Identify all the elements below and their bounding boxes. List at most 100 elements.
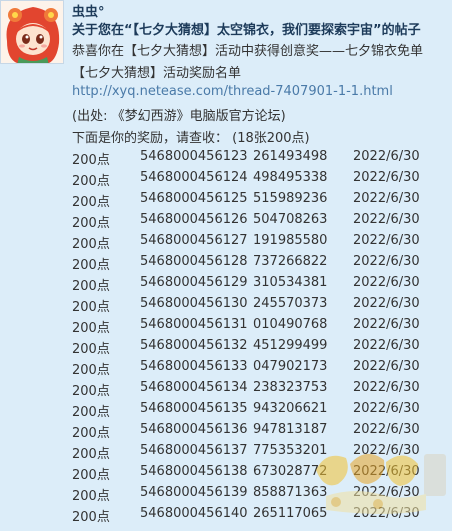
card-number: 5468000456135: [140, 401, 248, 416]
list-item: 200点 5468000456133 047902173 2022/6/30: [72, 359, 452, 380]
card-password: 451299499: [253, 338, 328, 353]
card-password: 673028772: [253, 464, 328, 479]
expiry-date: 2022/6/30: [353, 359, 420, 374]
reward-points: 200点: [72, 384, 110, 399]
reward-points: 200点: [72, 426, 110, 441]
card-number: 5468000456125: [140, 191, 248, 206]
card-password: 515989236: [253, 191, 328, 206]
cartoon-girl-avatar-icon: [1, 1, 63, 63]
card-number: 5468000456130: [140, 296, 248, 311]
reward-points: 200点: [72, 153, 110, 168]
card-password: 947813187: [253, 422, 328, 437]
card-number: 5468000456139: [140, 485, 248, 500]
reward-points: 200点: [72, 489, 110, 504]
list-item: 200点 5468000456126 504708263 2022/6/30: [72, 212, 452, 233]
card-password: 310534381: [253, 275, 328, 290]
list-item: 200点 5468000456128 737266822 2022/6/30: [72, 254, 452, 275]
card-number: 5468000456132: [140, 338, 248, 353]
expiry-date: 2022/6/30: [353, 380, 420, 395]
sender-name[interactable]: 虫虫°: [72, 1, 105, 20]
reward-points: 200点: [72, 363, 110, 378]
reward-points: 200点: [72, 174, 110, 189]
message-line-list-title: 【七夕大猜想】活动奖励名单: [72, 66, 242, 81]
list-item: 200点 5468000456125 515989236 2022/6/30: [72, 191, 452, 212]
card-number: 5468000456136: [140, 422, 248, 437]
source-note: (出处: 《梦幻西游》电脑版官方论坛): [72, 109, 286, 124]
reward-points: 200点: [72, 321, 110, 336]
list-item: 200点 5468000456140 265117065 2022/6/30: [72, 506, 452, 527]
reward-intro: 下面是你的奖励，请查收： (18张200点): [72, 131, 310, 146]
expiry-date: 2022/6/30: [353, 254, 420, 269]
card-password: 498495338: [253, 170, 328, 185]
card-number: 5468000456127: [140, 233, 248, 248]
card-number: 5468000456131: [140, 317, 248, 332]
reward-points: 200点: [72, 447, 110, 462]
thread-link[interactable]: http://xyq.netease.com/thread-7407901-1-…: [72, 84, 393, 99]
reward-points: 200点: [72, 279, 110, 294]
expiry-date: 2022/6/30: [353, 317, 420, 332]
list-item: 200点 5468000456137 775353201 2022/6/30: [72, 443, 452, 464]
expiry-date: 2022/6/30: [353, 338, 420, 353]
card-number: 5468000456123: [140, 149, 248, 164]
card-password: 504708263: [253, 212, 328, 227]
list-item: 200点 5468000456129 310534381 2022/6/30: [72, 275, 452, 296]
card-password: 010490768: [253, 317, 328, 332]
expiry-date: 2022/6/30: [353, 401, 420, 416]
card-password: 245570373: [253, 296, 328, 311]
card-password: 047902173: [253, 359, 328, 374]
list-item: 200点 5468000456134 238323753 2022/6/30: [72, 380, 452, 401]
expiry-date: 2022/6/30: [353, 233, 420, 248]
list-item: 200点 5468000456127 191985580 2022/6/30: [72, 233, 452, 254]
message-title[interactable]: 关于您在“【七夕大猜想】太空锦衣，我们要探索宇宙”的帖子: [72, 19, 452, 38]
list-item: 200点 5468000456135 943206621 2022/6/30: [72, 401, 452, 422]
card-number: 5468000456140: [140, 506, 248, 521]
card-number: 5468000456124: [140, 170, 248, 185]
message-line-award: 恭喜你在【七夕大猜想】活动中获得创意奖——七夕锦衣免单: [72, 44, 424, 59]
list-item: 200点 5468000456123 261493498 2022/6/30: [72, 149, 452, 170]
expiry-date: 2022/6/30: [353, 212, 420, 227]
reward-points: 200点: [72, 237, 110, 252]
card-number: 5468000456133: [140, 359, 248, 374]
card-password: 858871363: [253, 485, 328, 500]
expiry-date: 2022/6/30: [353, 149, 420, 164]
reward-points: 200点: [72, 216, 110, 231]
avatar[interactable]: [0, 0, 64, 64]
list-item: 200点 5468000456139 858871363 2022/6/30: [72, 485, 452, 506]
list-item: 200点 5468000456131 010490768 2022/6/30: [72, 317, 452, 338]
card-number: 5468000456138: [140, 464, 248, 479]
card-number: 5468000456129: [140, 275, 248, 290]
expiry-date: 2022/6/30: [353, 275, 420, 290]
list-item: 200点 5468000456138 673028772 2022/6/30: [72, 464, 452, 485]
card-number: 5468000456126: [140, 212, 248, 227]
list-item: 200点 5468000456124 498495338 2022/6/30: [72, 170, 452, 191]
card-number: 5468000456128: [140, 254, 248, 269]
card-password: 238323753: [253, 380, 328, 395]
reward-points: 200点: [72, 258, 110, 273]
expiry-date: 2022/6/30: [353, 506, 420, 521]
card-password: 737266822: [253, 254, 328, 269]
reward-points: 200点: [72, 405, 110, 420]
reward-points: 200点: [72, 300, 110, 315]
expiry-date: 2022/6/30: [353, 191, 420, 206]
card-password: 775353201: [253, 443, 328, 458]
card-password: 191985580: [253, 233, 328, 248]
card-password: 943206621: [253, 401, 328, 416]
expiry-date: 2022/6/30: [353, 422, 420, 437]
reward-points: 200点: [72, 510, 110, 525]
expiry-date: 2022/6/30: [353, 443, 420, 458]
expiry-date: 2022/6/30: [353, 296, 420, 311]
reward-points: 200点: [72, 195, 110, 210]
list-item: 200点 5468000456130 245570373 2022/6/30: [72, 296, 452, 317]
reward-points: 200点: [72, 468, 110, 483]
list-item: 200点 5468000456132 451299499 2022/6/30: [72, 338, 452, 359]
card-password: 265117065: [253, 506, 328, 521]
card-number: 5468000456134: [140, 380, 248, 395]
card-number: 5468000456137: [140, 443, 248, 458]
reward-points: 200点: [72, 342, 110, 357]
expiry-date: 2022/6/30: [353, 485, 420, 500]
expiry-date: 2022/6/30: [353, 464, 420, 479]
reward-list: 200点 5468000456123 261493498 2022/6/30 2…: [72, 149, 452, 527]
list-item: 200点 5468000456136 947813187 2022/6/30: [72, 422, 452, 443]
expiry-date: 2022/6/30: [353, 170, 420, 185]
card-password: 261493498: [253, 149, 328, 164]
